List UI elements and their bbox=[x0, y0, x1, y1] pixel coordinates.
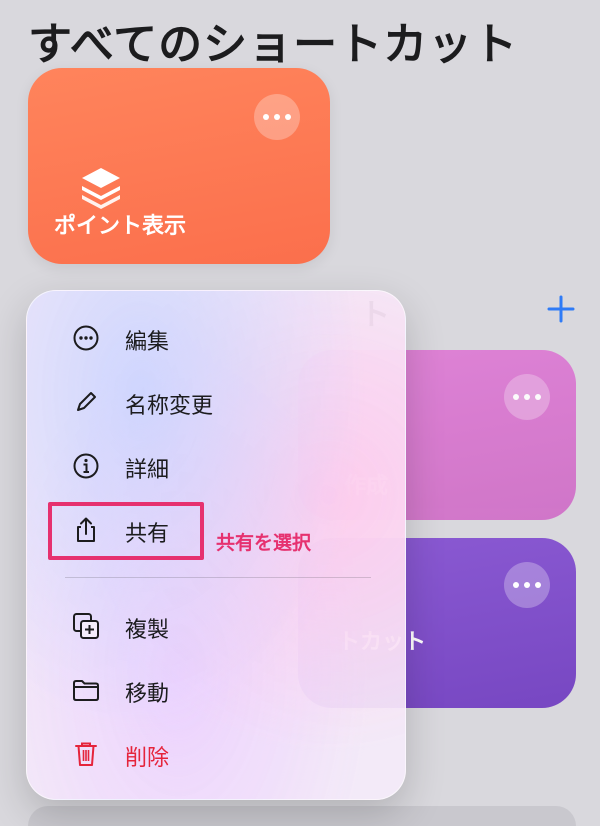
menu-item-label: 移動 bbox=[125, 682, 170, 707]
info-circle-icon bbox=[73, 453, 99, 479]
annotation-label: 共有を選択 bbox=[216, 532, 312, 554]
menu-item-delete[interactable]: 削除 bbox=[27, 725, 405, 781]
menu-item-details[interactable]: 詳細 bbox=[27, 437, 405, 493]
next-card-edge bbox=[28, 806, 576, 826]
menu-item-label: 編集 bbox=[125, 330, 170, 355]
layers-stack-icon bbox=[78, 164, 124, 210]
pencil-icon bbox=[77, 392, 96, 411]
menu-item-edit[interactable]: 編集 bbox=[27, 309, 405, 365]
ellipsis-icon bbox=[513, 394, 541, 400]
trash-icon bbox=[75, 742, 97, 766]
menu-item-label: 削除 bbox=[125, 746, 170, 771]
page-title: すべてのショートカット bbox=[28, 19, 519, 70]
menu-item-rename[interactable]: 名称変更 bbox=[27, 373, 405, 429]
more-options-button[interactable] bbox=[254, 94, 300, 140]
ellipsis-circle-icon bbox=[73, 325, 99, 351]
more-options-button[interactable] bbox=[504, 562, 550, 608]
menu-divider bbox=[65, 577, 371, 578]
menu-item-move[interactable]: 移動 bbox=[27, 661, 405, 717]
menu-item-label: 複製 bbox=[125, 618, 170, 643]
folder-icon bbox=[73, 680, 99, 701]
menu-item-label: 名称変更 bbox=[125, 394, 214, 419]
duplicate-icon bbox=[73, 613, 99, 639]
plus-icon bbox=[547, 295, 575, 323]
card-title: ポイント表示 bbox=[54, 214, 187, 239]
menu-item-duplicate[interactable]: 複製 bbox=[27, 597, 405, 653]
ellipsis-icon bbox=[263, 114, 291, 120]
add-shortcut-button[interactable] bbox=[544, 292, 578, 326]
shortcut-card-point-display[interactable]: ポイント表示 bbox=[28, 68, 330, 264]
more-options-button[interactable] bbox=[504, 374, 550, 420]
menu-item-label: 詳細 bbox=[125, 458, 170, 483]
highlight-box bbox=[48, 502, 204, 560]
ellipsis-icon bbox=[513, 582, 541, 588]
